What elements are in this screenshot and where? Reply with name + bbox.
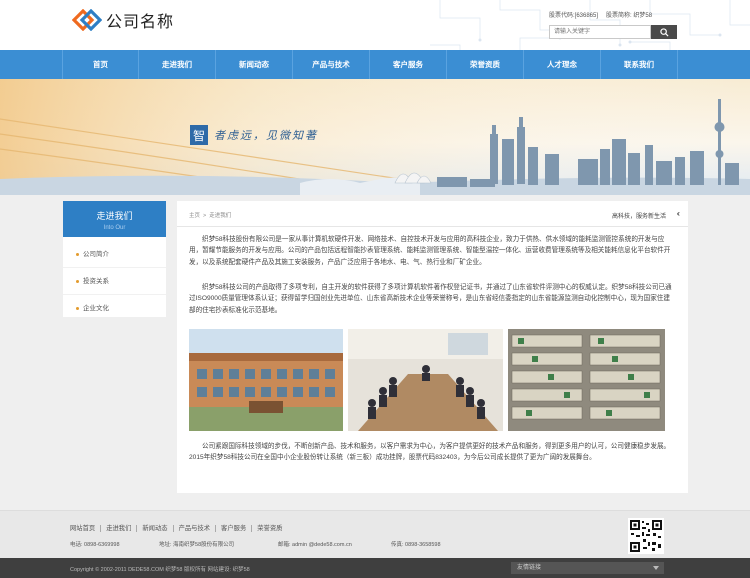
city-skyline-image: [0, 79, 750, 195]
nav-item-service[interactable]: 客户服务: [370, 50, 447, 79]
logo[interactable]: 公司名称: [72, 8, 174, 32]
friend-links-label: 友情链接: [517, 565, 542, 571]
qr-code-icon: [628, 518, 664, 554]
dropdown-caret-icon: [653, 566, 659, 570]
double-chevron-left-icon: ‹‹: [676, 209, 681, 218]
breadcrumb-current[interactable]: 走进我们: [209, 213, 231, 219]
footer-links: 网站首页 走进我们 新闻动态 产品与技术 客户服务 荣誉资质: [70, 525, 287, 532]
meeting-room-photo: [348, 329, 503, 431]
nav-item-honors[interactable]: 荣誉资质: [447, 50, 524, 79]
nav-item-contact[interactable]: 联系我们: [601, 50, 678, 79]
site-footer: 网站首页 走进我们 新闻动态 产品与技术 客户服务 荣誉资质 电话: 0898-…: [0, 510, 750, 558]
footer-link-about[interactable]: 走进我们: [101, 525, 138, 532]
breadcrumb-separator: >: [203, 213, 207, 219]
sidebar-item-profile[interactable]: 公司简介: [63, 241, 166, 268]
intro-paragraph: 织梦58科技股份有限公司是一家从事计算机软硬件开发、网络技术、自控技术开发与应用…: [189, 236, 671, 266]
search-input[interactable]: [549, 25, 651, 39]
footer-link-products[interactable]: 产品与技术: [174, 525, 217, 532]
footer-fax: 传真: 0898-3658598: [391, 542, 441, 548]
nav-item-products[interactable]: 产品与技术: [293, 50, 370, 79]
search-box: [549, 25, 677, 39]
footer-phone: 电话: 0898-6369998: [70, 542, 120, 548]
slogan-text: 者虑远，见微知著: [214, 129, 318, 142]
main-content: 主页 > 走进我们 高科技，服务新生活 ‹‹ 织梦58科技股份有限公司是一家从事计算…: [177, 201, 688, 493]
tagline: 高科技，服务新生活: [611, 214, 666, 220]
footer-link-news[interactable]: 新闻动态: [137, 525, 174, 532]
sidebar: 走进我们 Into Our 公司简介 投资关系 企业文化: [63, 201, 166, 317]
nav-item-news[interactable]: 新闻动态: [216, 50, 293, 79]
hero-banner: 智 者虑远，见微知著: [0, 79, 750, 195]
sidebar-header: 走进我们 Into Our: [63, 201, 166, 237]
nav-item-home[interactable]: 首页: [62, 50, 139, 79]
breadcrumb-bar: 主页 > 走进我们 高科技，服务新生活 ‹‹: [177, 201, 688, 227]
nav-item-talent[interactable]: 人才理念: [524, 50, 601, 79]
footer-link-honors[interactable]: 荣誉资质: [252, 525, 287, 532]
logo-diamond-icon: [72, 9, 102, 31]
footer-link-home[interactable]: 网站首页: [70, 525, 102, 532]
breadcrumb-home[interactable]: 主页: [189, 213, 200, 219]
footer-address: 地址: 海南织梦58股份有限公司: [159, 542, 235, 548]
friend-links-select[interactable]: 友情链接: [511, 562, 664, 574]
sidebar-item-culture[interactable]: 企业文化: [63, 295, 166, 322]
patents-paragraph: 织梦58科技公司的产品取得了多项专利，自主开发的软件获得了多项计算机软件著作权登…: [189, 284, 672, 314]
copyright-text: Copyright © 2002-2011 DEDE58.COM 织梦58 版权…: [70, 567, 250, 573]
stock-name: 股票简称: 织梦58: [606, 13, 653, 19]
equipment-rack-photo: [508, 329, 665, 431]
growth-paragraph: 公司紧跟国际科技领域的步伐，不断创新产品、技术和服务，以客户需求为中心，为客户提…: [189, 443, 671, 462]
sidebar-item-investor[interactable]: 投资关系: [63, 268, 166, 295]
copyright-bar: Copyright © 2002-2011 DEDE58.COM 织梦58 版权…: [0, 558, 750, 578]
breadcrumb: 主页 > 走进我们: [189, 211, 231, 219]
sidebar-subtitle: Into Our: [103, 225, 126, 231]
footer-link-service[interactable]: 客户服务: [216, 525, 253, 532]
office-building-photo: [189, 329, 343, 431]
stock-code: 股票代码:[636865]: [549, 13, 599, 19]
sidebar-title: 走进我们: [96, 211, 133, 221]
logo-text: 公司名称: [106, 12, 175, 31]
site-header: 公司名称 股票代码:[636865] 股票简称: 织梦58: [0, 0, 750, 50]
slogan: 智 者虑远，见微知著: [190, 125, 318, 145]
main-nav: 首页 走进我们 新闻动态 产品与技术 客户服务 荣誉资质 人才理念 联系我们: [0, 50, 750, 79]
search-button[interactable]: [651, 25, 677, 39]
slogan-mark: 智: [190, 125, 208, 145]
stock-info: 股票代码:[636865] 股票简称: 织梦58: [549, 10, 652, 19]
search-icon: [659, 27, 669, 37]
nav-item-about[interactable]: 走进我们: [139, 50, 216, 79]
footer-email: 邮箱: admin @dede58.com.cn: [278, 542, 352, 548]
